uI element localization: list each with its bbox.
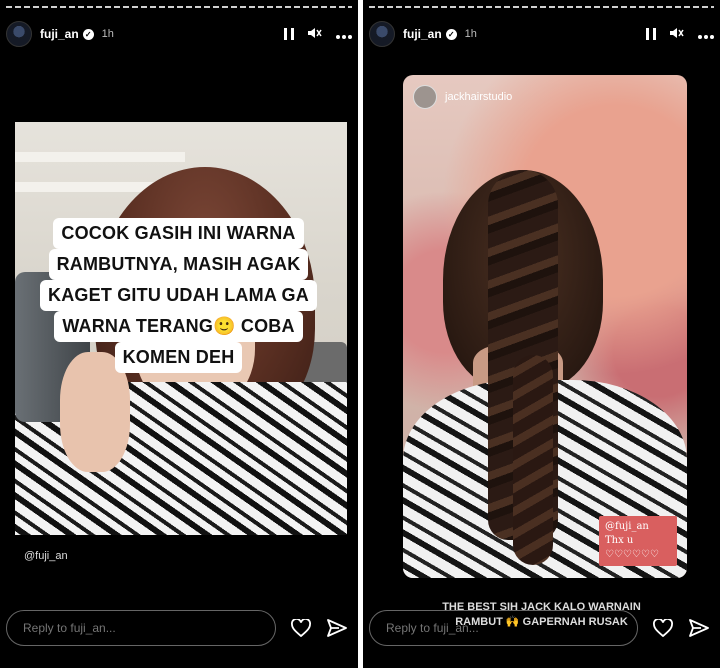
- mute-icon[interactable]: [308, 27, 322, 42]
- reply-bar: [6, 610, 348, 646]
- reposted-photo[interactable]: jackhairstudio @fuji_an Thx u ♡♡♡♡♡♡: [403, 75, 687, 578]
- reply-bar: [369, 610, 710, 646]
- heart-icon[interactable]: [652, 619, 674, 637]
- send-icon[interactable]: [326, 619, 348, 637]
- sticker-hearts: ♡♡♡♡♡♡: [605, 549, 659, 560]
- more-icon[interactable]: [698, 27, 714, 42]
- caption-line: WARNA TERANG🙂 COBA: [54, 311, 303, 342]
- story-header: fuji_an ✓ 1h: [6, 20, 352, 48]
- more-icon[interactable]: [336, 27, 352, 42]
- repost-source[interactable]: jackhairstudio: [413, 85, 512, 109]
- username[interactable]: fuji_an: [403, 27, 442, 41]
- reply-input[interactable]: [6, 610, 276, 646]
- story-right[interactable]: fuji_an ✓ 1h jackhairstudio @fuji_an Thx…: [363, 0, 720, 668]
- profile-avatar[interactable]: [6, 21, 32, 47]
- caption-line: KOMEN DEH: [114, 342, 243, 373]
- story-progress-bar: [6, 6, 352, 8]
- pause-icon[interactable]: [284, 28, 294, 40]
- caption-line: COCOK GASIH INI WARNA: [53, 218, 304, 249]
- story-header: fuji_an ✓ 1h: [369, 20, 714, 48]
- mute-icon[interactable]: [670, 27, 684, 42]
- send-icon[interactable]: [688, 619, 710, 637]
- caption-line: KAGET GITU UDAH LAMA GA: [40, 280, 317, 311]
- heart-icon[interactable]: [290, 619, 312, 637]
- repost-username[interactable]: jackhairstudio: [445, 91, 512, 103]
- mention-sticker[interactable]: @fuji_an Thx u ♡♡♡♡♡♡: [599, 516, 677, 566]
- story-progress-bar: [369, 6, 714, 8]
- story-left[interactable]: fuji_an ✓ 1h COCOK GASIH INI WARNA RAMBU…: [0, 0, 358, 668]
- username[interactable]: fuji_an: [40, 27, 79, 41]
- sticker-mention: @fuji_an: [605, 521, 649, 532]
- verified-icon: ✓: [445, 28, 457, 40]
- post-time: 1h: [101, 28, 114, 40]
- verified-icon: ✓: [82, 28, 94, 40]
- profile-avatar[interactable]: [369, 21, 395, 47]
- story-caption: COCOK GASIH INI WARNA RAMBUTNYA, MASIH A…: [26, 218, 331, 373]
- mention-tag[interactable]: @fuji_an: [24, 550, 68, 562]
- caption-line: RAMBUTNYA, MASIH AGAK: [48, 249, 309, 280]
- reply-input[interactable]: [369, 610, 638, 646]
- repost-avatar[interactable]: [413, 85, 437, 109]
- post-time: 1h: [464, 28, 477, 40]
- sticker-text: Thx u: [605, 535, 634, 546]
- pause-icon[interactable]: [646, 28, 656, 40]
